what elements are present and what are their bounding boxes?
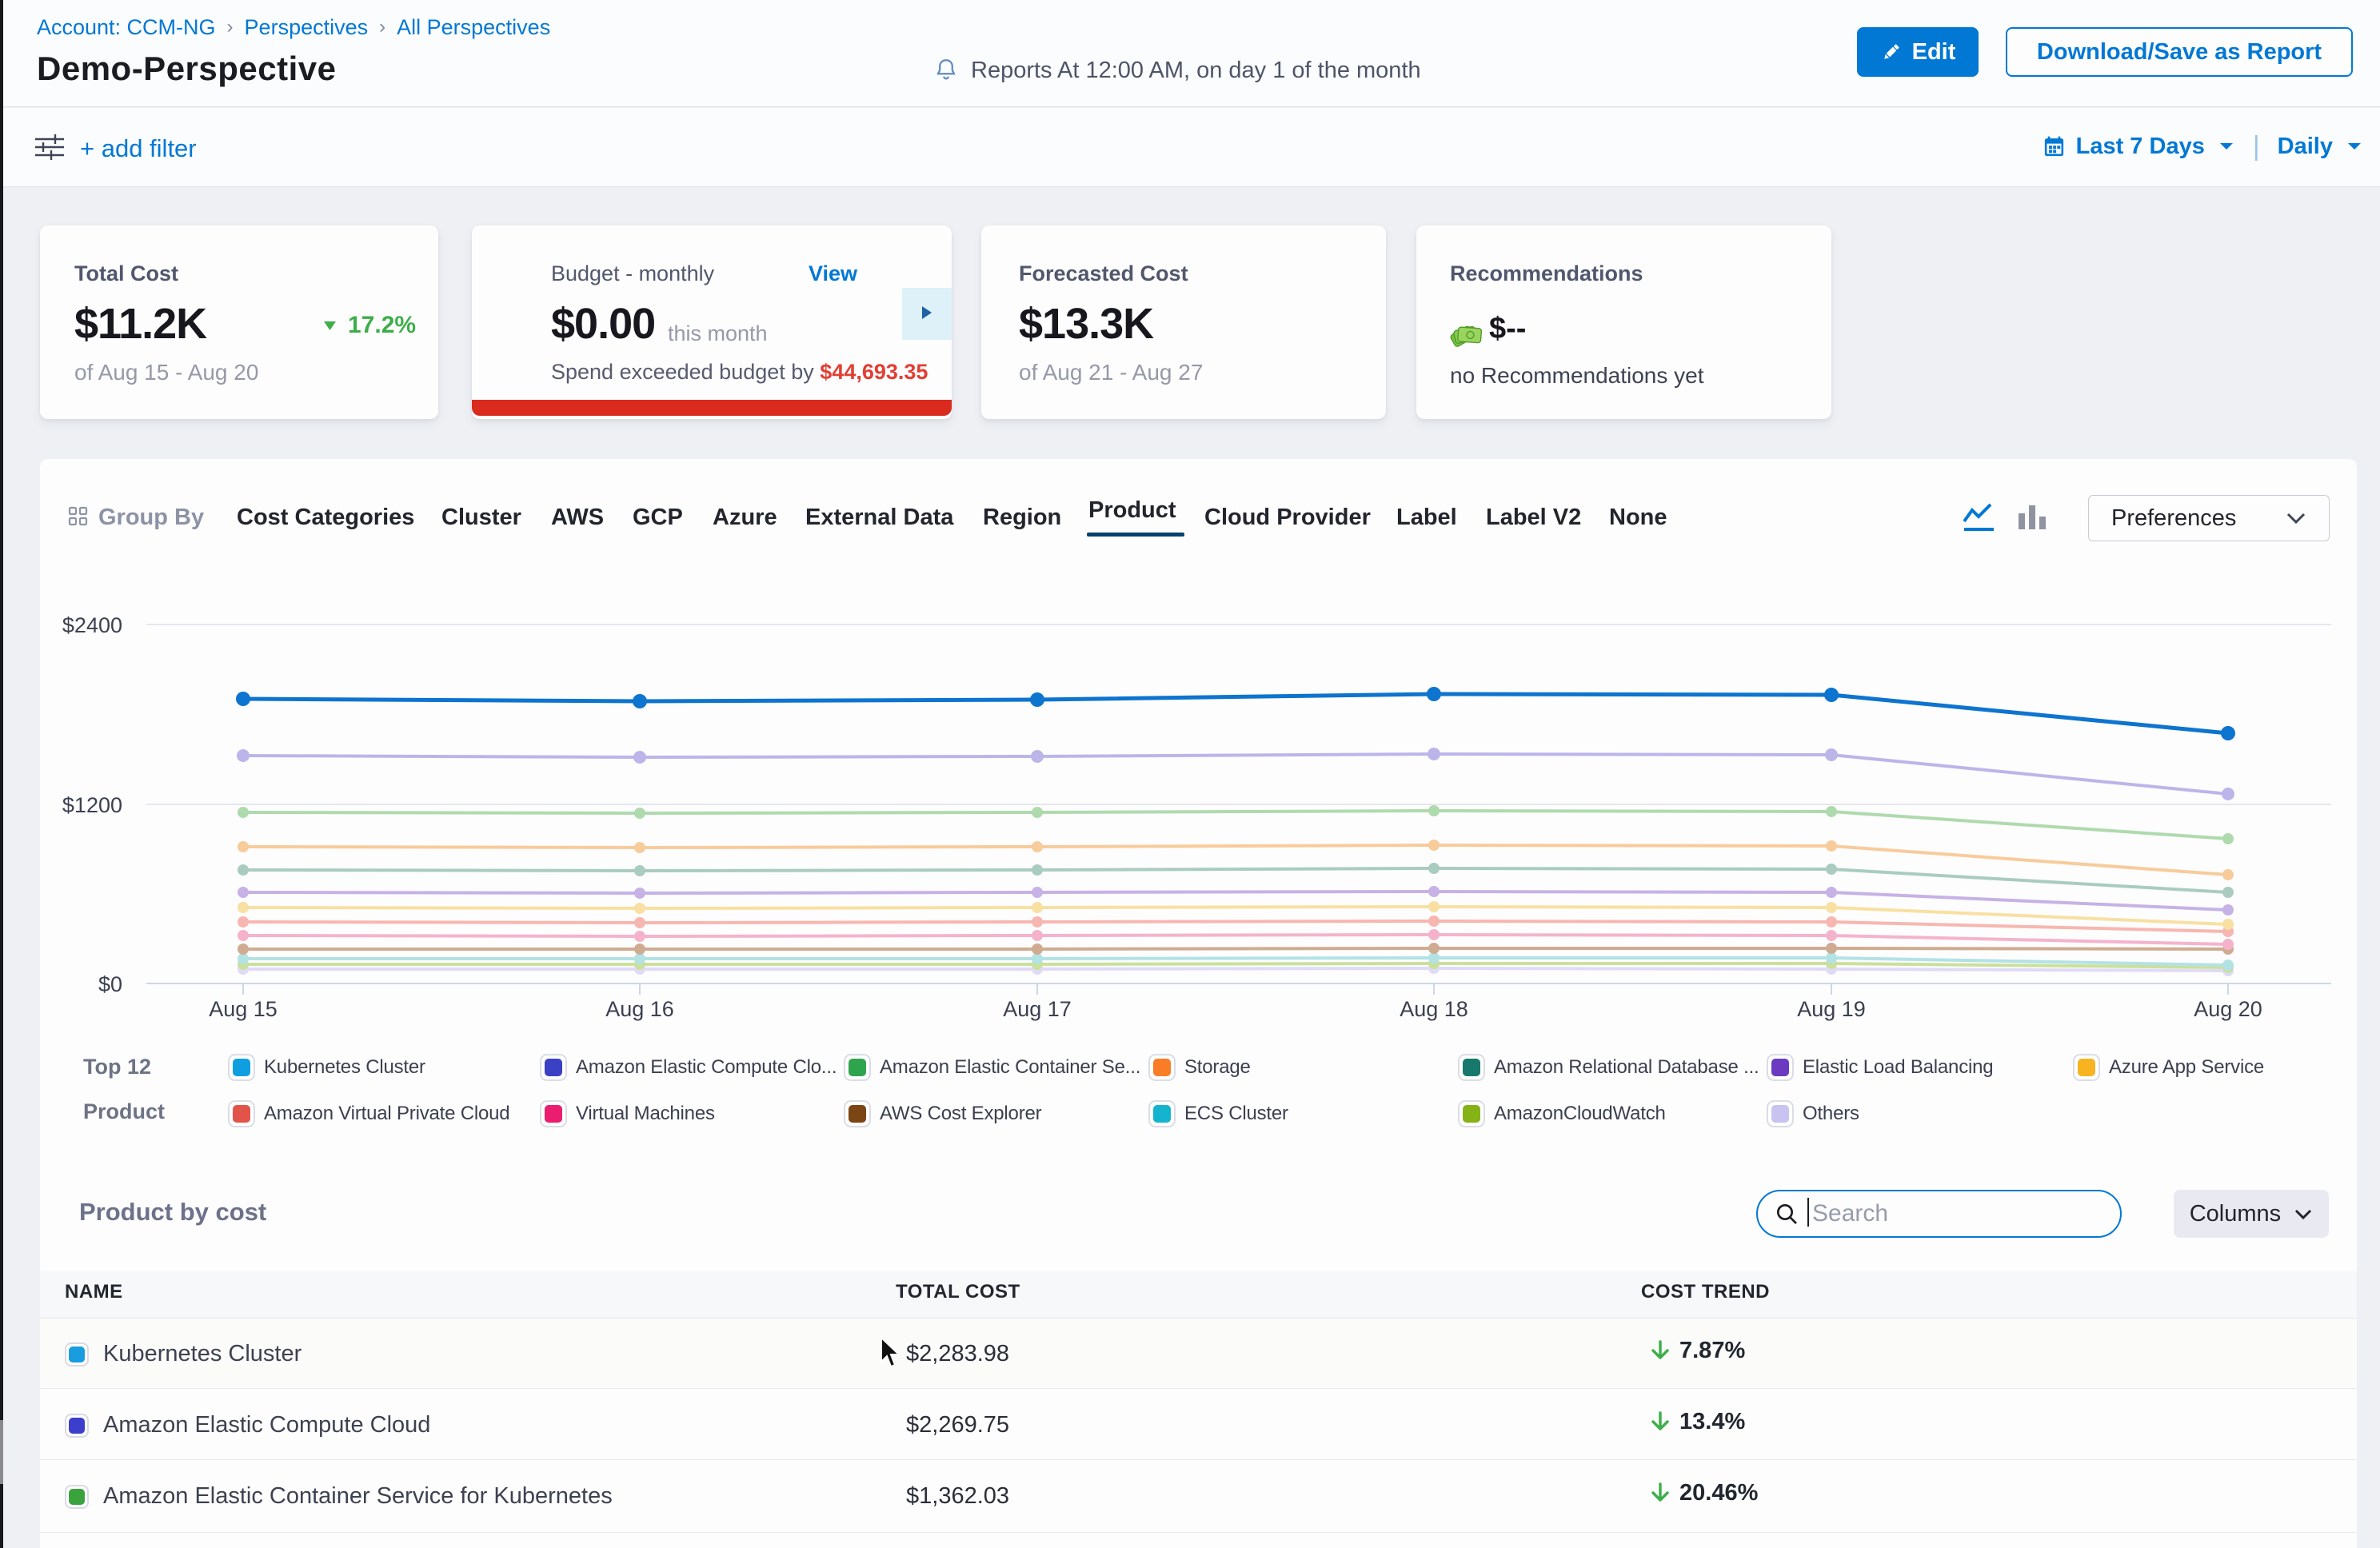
svg-text:$0: $0 — [98, 972, 122, 996]
svg-text:Aug 20: Aug 20 — [2194, 997, 2262, 1021]
svg-text:Aug 16: Aug 16 — [605, 997, 674, 1021]
svg-text:Aug 15: Aug 15 — [209, 997, 278, 1021]
svg-text:Aug 18: Aug 18 — [1400, 997, 1468, 1021]
svg-text:Aug 17: Aug 17 — [1003, 997, 1072, 1021]
svg-text:$2400: $2400 — [62, 613, 122, 637]
svg-text:$1200: $1200 — [62, 793, 122, 817]
svg-text:Aug 19: Aug 19 — [1797, 997, 1866, 1021]
